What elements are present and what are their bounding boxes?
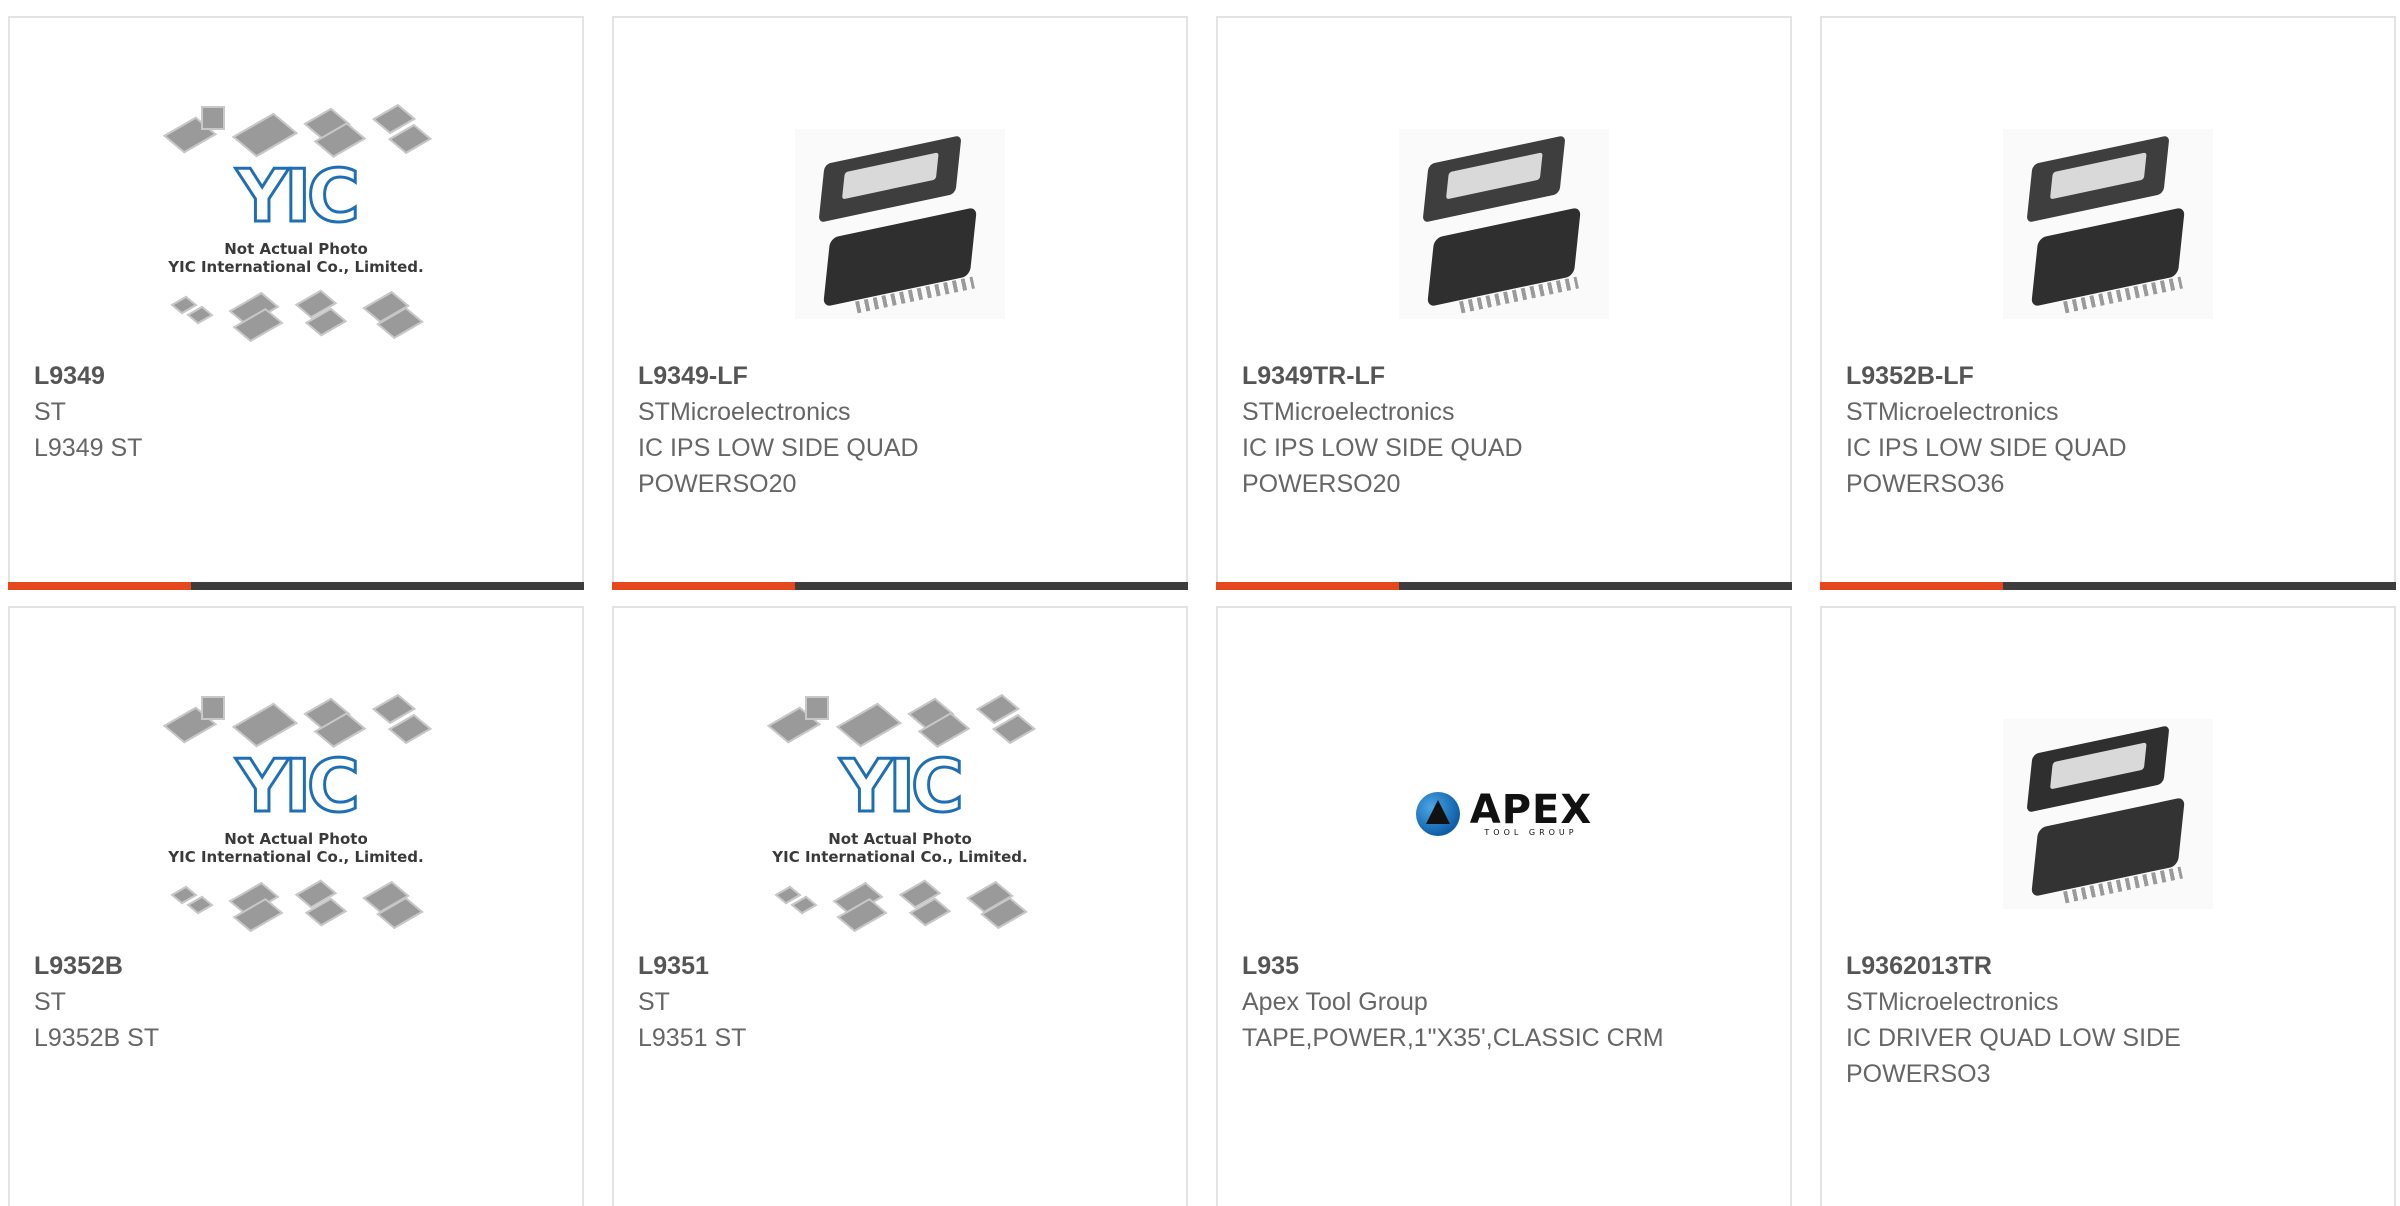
- card-bottom-bar: [1216, 582, 1792, 590]
- manufacturer: ST: [34, 398, 66, 426]
- manufacturer: STMicroelectronics: [1242, 398, 1455, 426]
- card-bottom-bar: [8, 582, 584, 590]
- part-number[interactable]: L9351: [638, 948, 1146, 984]
- product-image[interactable]: [1958, 94, 2258, 354]
- card-bottom-bar: [1820, 582, 2396, 590]
- yic-logo: YIC: [235, 154, 362, 238]
- yic-placeholder-image: YIC Not Actual Photo YIC International C…: [765, 693, 1036, 934]
- product-grid: YIC Not Actual Photo YIC International C…: [0, 0, 2400, 1206]
- yic-logo: YIC: [235, 744, 362, 828]
- ic-package-photo: [795, 129, 1005, 319]
- card-accent-bar: [8, 582, 191, 590]
- apex-logo-word: APEX: [1469, 786, 1593, 833]
- part-number[interactable]: L9349TR-LF: [1242, 358, 1750, 394]
- product-image[interactable]: [1354, 94, 1654, 354]
- card-accent-bar: [1820, 582, 2003, 590]
- placeholder-note: Not Actual Photo: [224, 830, 368, 848]
- placeholder-note: Not Actual Photo: [224, 240, 368, 258]
- placeholder-note: Not Actual Photo: [828, 830, 972, 848]
- description: TAPE,POWER,1"X35',CLASSIC CRM: [1242, 1024, 1664, 1052]
- product-info: L9349 ST L9349 ST: [34, 358, 542, 466]
- manufacturer: STMicroelectronics: [1846, 398, 2059, 426]
- ic-package-photo: [2003, 719, 2213, 909]
- yic-placeholder-image: YIC Not Actual Photo YIC International C…: [161, 103, 432, 344]
- part-number[interactable]: L9362013TR: [1846, 948, 2354, 984]
- manufacturer: ST: [638, 988, 670, 1016]
- placeholder-company: YIC International Co., Limited.: [168, 848, 424, 866]
- manufacturer: ST: [34, 988, 66, 1016]
- product-image-placeholder[interactable]: YIC Not Actual Photo YIC International C…: [750, 684, 1050, 944]
- product-image[interactable]: [750, 94, 1050, 354]
- product-image[interactable]: APEX TOOL GROUP: [1354, 684, 1654, 944]
- product-card[interactable]: APEX TOOL GROUP L935 Apex Tool Group TAP…: [1216, 606, 1792, 1206]
- card-accent-bar: [1216, 582, 1399, 590]
- ic-package-photo: [2003, 129, 2213, 319]
- yic-placeholder-image: YIC Not Actual Photo YIC International C…: [161, 693, 432, 934]
- manufacturer: Apex Tool Group: [1242, 988, 1428, 1016]
- product-image-placeholder[interactable]: YIC Not Actual Photo YIC International C…: [146, 684, 446, 944]
- product-card[interactable]: L9349TR-LF STMicroelectronics IC IPS LOW…: [1216, 16, 1792, 590]
- card-accent-bar: [612, 582, 795, 590]
- description: L9352B ST: [34, 1024, 160, 1052]
- apex-logo-sub: TOOL GROUP: [1484, 827, 1578, 837]
- product-info: L9352B-LF STMicroelectronics IC IPS LOW …: [1846, 358, 2354, 502]
- product-info: L9352B ST L9352B ST: [34, 948, 542, 1056]
- part-number[interactable]: L9349-LF: [638, 358, 1146, 394]
- product-info: L935 Apex Tool Group TAPE,POWER,1"X35',C…: [1242, 948, 1750, 1056]
- yic-logo: YIC: [839, 744, 966, 828]
- part-number[interactable]: L935: [1242, 948, 1750, 984]
- product-info: L9349TR-LF STMicroelectronics IC IPS LOW…: [1242, 358, 1750, 502]
- product-card[interactable]: YIC Not Actual Photo YIC International C…: [612, 606, 1188, 1206]
- manufacturer: STMicroelectronics: [1846, 988, 2059, 1016]
- product-card[interactable]: L9349-LF STMicroelectronics IC IPS LOW S…: [612, 16, 1188, 590]
- placeholder-company: YIC International Co., Limited.: [168, 258, 424, 276]
- ic-package-photo: [1399, 129, 1609, 319]
- card-bottom-bar: [612, 582, 1188, 590]
- part-number[interactable]: L9352B-LF: [1846, 358, 2354, 394]
- description: L9349 ST: [34, 434, 143, 462]
- description: IC IPS LOW SIDE QUAD POWERSO36: [1846, 434, 2127, 498]
- product-info: L9362013TR STMicroelectronics IC DRIVER …: [1846, 948, 2354, 1092]
- placeholder-company: YIC International Co., Limited.: [772, 848, 1028, 866]
- product-image[interactable]: [1958, 684, 2258, 944]
- apex-tool-group-logo: APEX TOOL GROUP: [1415, 786, 1593, 837]
- description: L9351 ST: [638, 1024, 747, 1052]
- manufacturer: STMicroelectronics: [638, 398, 851, 426]
- part-number[interactable]: L9352B: [34, 948, 542, 984]
- product-card[interactable]: YIC Not Actual Photo YIC International C…: [8, 606, 584, 1206]
- product-info: L9349-LF STMicroelectronics IC IPS LOW S…: [638, 358, 1146, 502]
- description: IC IPS LOW SIDE QUAD POWERSO20: [1242, 434, 1523, 498]
- description: IC DRIVER QUAD LOW SIDE POWERSO3: [1846, 1024, 2181, 1088]
- description: IC IPS LOW SIDE QUAD POWERSO20: [638, 434, 919, 498]
- part-number[interactable]: L9349: [34, 358, 542, 394]
- product-image-placeholder[interactable]: YIC Not Actual Photo YIC International C…: [146, 94, 446, 354]
- apex-mark-icon: [1415, 792, 1460, 836]
- product-info: L9351 ST L9351 ST: [638, 948, 1146, 1056]
- product-card[interactable]: YIC Not Actual Photo YIC International C…: [8, 16, 584, 590]
- product-card[interactable]: L9352B-LF STMicroelectronics IC IPS LOW …: [1820, 16, 2396, 590]
- product-card[interactable]: L9362013TR STMicroelectronics IC DRIVER …: [1820, 606, 2396, 1206]
